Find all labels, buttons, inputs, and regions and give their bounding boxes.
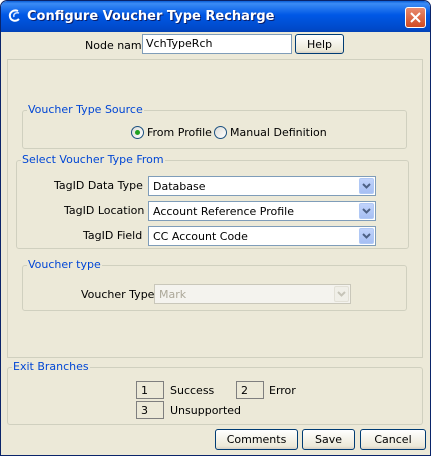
swirl-icon bbox=[7, 8, 23, 24]
save-button[interactable]: Save bbox=[302, 429, 355, 450]
exit-branch-label: Success bbox=[170, 384, 215, 397]
help-button[interactable]: Help bbox=[295, 34, 344, 54]
tagid-field-label: TagID Field bbox=[83, 229, 143, 242]
cancel-button[interactable]: Cancel bbox=[360, 429, 426, 450]
exit-branch-label: Unsupported bbox=[170, 404, 242, 417]
chevron-down-icon[interactable] bbox=[359, 203, 374, 219]
tagid-location-select[interactable]: Account Reference Profile bbox=[148, 201, 376, 221]
exit-branch-number: 3 bbox=[136, 401, 164, 419]
voucher-type-select[interactable]: Mark bbox=[154, 284, 351, 304]
exit-branch-number: 1 bbox=[136, 381, 164, 399]
voucher-type-legend: Voucher type bbox=[27, 258, 102, 271]
config-panel: Voucher Type Source From Profile Manual … bbox=[7, 59, 423, 358]
from-profile-radio[interactable] bbox=[131, 126, 144, 139]
voucher-type-source-group: Voucher Type Source From Profile Manual … bbox=[22, 103, 407, 149]
comments-button[interactable]: Comments bbox=[215, 429, 298, 450]
chevron-down-icon[interactable] bbox=[359, 228, 374, 244]
node-name-label: Node name bbox=[85, 39, 149, 52]
tagid-data-type-select[interactable]: Database bbox=[148, 176, 376, 196]
select-voucher-type-from-group: Select Voucher Type From TagID Data Type… bbox=[16, 153, 409, 249]
close-icon bbox=[410, 12, 421, 23]
select-voucher-type-from-legend: Select Voucher Type From bbox=[21, 153, 165, 166]
node-name-value: VchTypeRch bbox=[146, 37, 213, 50]
voucher-type-source-legend: Voucher Type Source bbox=[27, 103, 144, 116]
dialog-window: Configure Voucher Type Recharge Node nam… bbox=[0, 0, 431, 456]
radio-selected-dot bbox=[135, 130, 140, 135]
exit-branches-group: Exit Branches 1 Success 2 Error 3 Unsupp… bbox=[7, 360, 423, 425]
tagid-data-type-value: Database bbox=[153, 180, 206, 193]
tagid-location-value: Account Reference Profile bbox=[153, 205, 295, 218]
tagid-location-label: TagID Location bbox=[64, 204, 145, 217]
node-name-input[interactable]: VchTypeRch bbox=[142, 34, 292, 54]
voucher-type-label: Voucher Type bbox=[81, 288, 155, 301]
tagid-field-value: CC Account Code bbox=[153, 230, 248, 243]
manual-definition-label: Manual Definition bbox=[230, 126, 327, 139]
from-profile-label: From Profile bbox=[147, 126, 212, 139]
exit-branch-label: Error bbox=[269, 384, 296, 397]
window-title: Configure Voucher Type Recharge bbox=[27, 9, 275, 24]
close-button[interactable] bbox=[405, 7, 426, 28]
manual-definition-radio[interactable] bbox=[214, 126, 227, 139]
exit-branch-number: 2 bbox=[236, 381, 264, 399]
chevron-down-icon[interactable] bbox=[334, 286, 349, 302]
chevron-down-icon[interactable] bbox=[359, 178, 374, 194]
tagid-data-type-label: TagID Data Type bbox=[54, 179, 143, 192]
voucher-type-group: Voucher type Voucher Type Mark bbox=[22, 258, 407, 311]
title-bar[interactable]: Configure Voucher Type Recharge bbox=[1, 1, 430, 32]
voucher-type-value: Mark bbox=[159, 288, 187, 301]
exit-branches-legend: Exit Branches bbox=[12, 360, 90, 373]
tagid-field-select[interactable]: CC Account Code bbox=[148, 226, 376, 246]
